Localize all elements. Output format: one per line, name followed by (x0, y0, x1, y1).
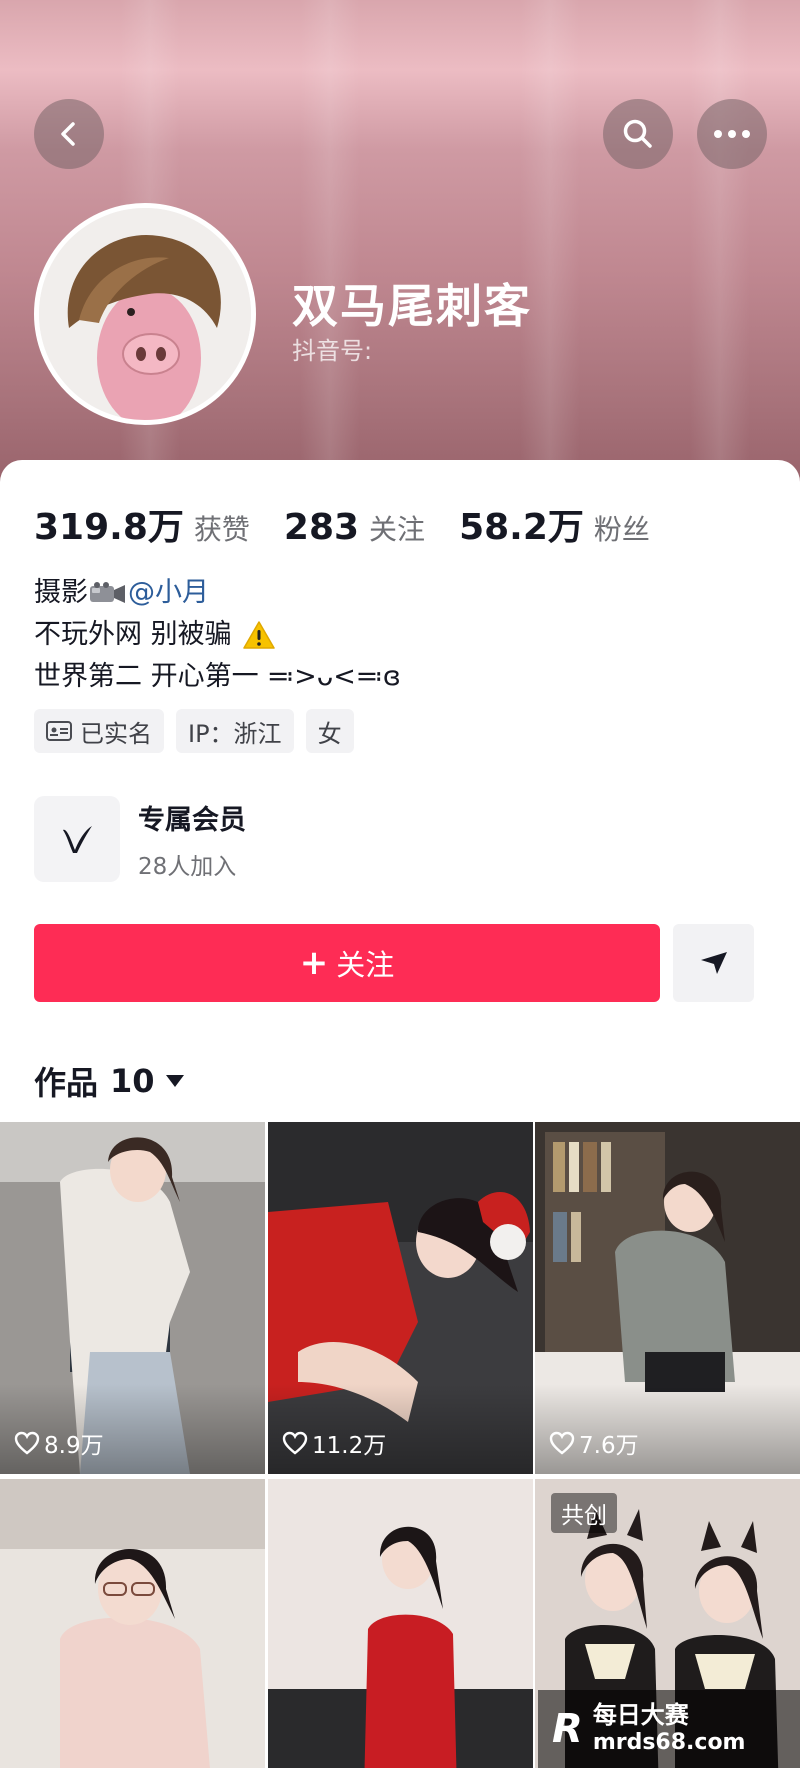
more-dots-icon (714, 130, 750, 138)
id-card-icon (46, 721, 72, 741)
watermark-title: 每日大赛 (592, 1701, 689, 1729)
bio-line: 摄影 @小月 (34, 572, 401, 614)
bio-text: 世界第二 开心第一 ≕>ᴗ<≕ɞ (34, 661, 401, 692)
membership-v-icon (34, 796, 120, 882)
caret-down-icon (165, 1075, 184, 1087)
avatar[interactable] (34, 203, 256, 425)
video-likes: 11.2万 (282, 1426, 386, 1460)
stat-value: 283 (283, 507, 360, 548)
stat-label: 粉丝 (593, 513, 650, 546)
bio-line: 不玩外网 别被骗 (34, 614, 401, 656)
video-thumbnail (0, 1479, 265, 1768)
co-create-badge: 共创 (551, 1493, 617, 1533)
search-button[interactable] (603, 99, 673, 169)
membership-title: 专属会员 (138, 804, 246, 836)
tag-ip: IP：浙江 (176, 709, 294, 753)
bio: 摄影 @小月 不玩外网 别被骗 世界第二 开心第一 ≕>ᴗ<≕ɞ (34, 572, 401, 698)
more-button[interactable] (697, 99, 767, 169)
video-likes: 7.6万 (549, 1426, 639, 1460)
plus-icon: + (299, 943, 329, 983)
video-tile[interactable]: 8.9万 (0, 1122, 265, 1474)
video-likes: 8.9万 (14, 1426, 104, 1460)
pig-avatar-icon (39, 208, 251, 420)
exclusive-membership[interactable]: 专属会员 28人加入 (34, 796, 246, 882)
back-button[interactable] (34, 99, 104, 169)
follow-button[interactable]: + 关注 (34, 924, 660, 1002)
bio-mention-link[interactable]: @小月 (128, 572, 209, 614)
stat-value: 58.2万 (459, 507, 584, 548)
stat-likes[interactable]: 319.8万 获赞 (34, 498, 250, 550)
bio-line: 世界第二 开心第一 ≕>ᴗ<≕ɞ (34, 656, 401, 698)
stat-label: 获赞 (193, 513, 250, 546)
heart-icon (14, 1431, 40, 1455)
stats-row: 319.8万 获赞 283 关注 58.2万 粉丝 (34, 498, 684, 550)
watermark-url: mrds68.com (592, 1730, 746, 1755)
bio-text: 摄影 (34, 577, 88, 608)
stat-value: 319.8万 (34, 507, 184, 548)
heart-icon (282, 1431, 308, 1455)
watermark-logo: R (552, 1706, 583, 1752)
stat-label: 关注 (369, 513, 426, 546)
warning-icon (242, 621, 275, 649)
bio-text: 不玩外网 别被骗 (34, 619, 232, 650)
douyin-id-label[interactable]: 抖音号: (292, 331, 372, 366)
nickname: 双马尾刺客 (292, 279, 532, 333)
tag-gender: 女 (305, 709, 354, 753)
chevron-left-icon (61, 122, 75, 146)
membership-count: 28人加入 (138, 853, 237, 880)
video-tile[interactable]: 11.2万 (268, 1122, 533, 1474)
tag-label: 已实名 (80, 719, 152, 748)
stat-following[interactable]: 283 关注 (284, 507, 425, 548)
works-tab[interactable]: 作品 10 (34, 1058, 185, 1104)
send-icon (700, 952, 727, 974)
video-likes-count: 8.9万 (44, 1433, 104, 1459)
tag-label: IP：浙江 (188, 719, 282, 748)
video-likes-count: 7.6万 (579, 1433, 639, 1459)
video-tile[interactable] (268, 1479, 533, 1768)
works-label: 作品 (34, 1064, 99, 1102)
stat-followers[interactable]: 58.2万 粉丝 (459, 498, 650, 550)
video-camera-icon (90, 582, 125, 603)
video-thumbnail (268, 1479, 533, 1768)
share-button[interactable] (673, 924, 754, 1002)
heart-icon (549, 1431, 575, 1455)
profile-tags: 已实名 IP：浙江 女 (34, 709, 366, 753)
works-count: 10 (110, 1062, 155, 1100)
search-icon (623, 119, 652, 148)
video-tile[interactable] (0, 1479, 265, 1768)
follow-label: 关注 (336, 948, 395, 982)
site-watermark: R 每日大赛 mrds68.com (538, 1690, 800, 1768)
tag-label: 女 (317, 719, 342, 748)
video-likes-count: 11.2万 (312, 1433, 387, 1459)
video-tile[interactable]: 7.6万 (535, 1122, 800, 1474)
tag-verified: 已实名 (34, 709, 164, 753)
